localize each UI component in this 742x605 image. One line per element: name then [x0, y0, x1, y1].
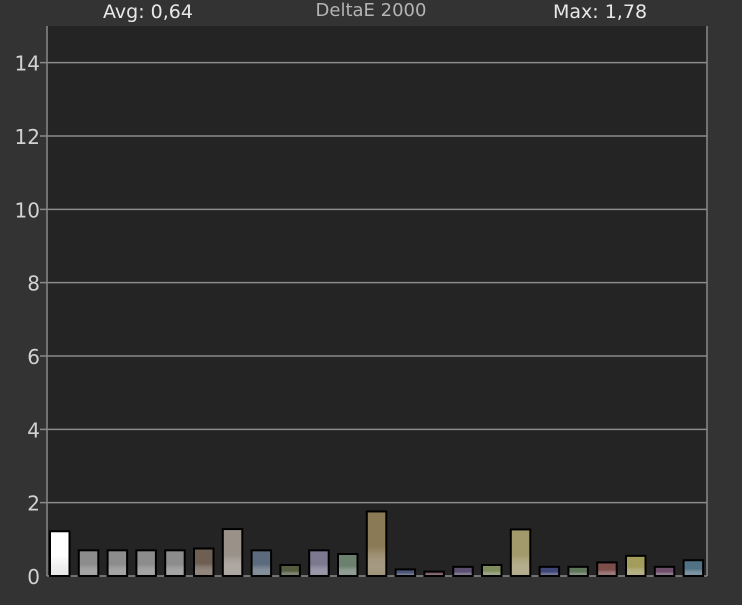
- bar-shading: [221, 528, 244, 577]
- bar-shading: [164, 549, 186, 577]
- y-tick-label: 2: [27, 492, 40, 516]
- bar-shading: [596, 561, 618, 578]
- y-tick-label: 14: [15, 52, 40, 76]
- bar-shading: [394, 568, 417, 578]
- bar-shading: [567, 565, 589, 577]
- bar-shading: [538, 565, 561, 577]
- bar-shading: [337, 553, 359, 577]
- y-tick-label: 12: [15, 125, 40, 149]
- bar-shading: [279, 564, 301, 577]
- bar-shading: [193, 547, 215, 577]
- bar-shading: [250, 549, 273, 577]
- bar-shading: [135, 549, 157, 577]
- bar-shading: [653, 565, 676, 577]
- bar-shading: [625, 554, 647, 577]
- y-tick-label: 6: [27, 345, 40, 369]
- bar-shading: [682, 559, 705, 578]
- bar-shading: [49, 530, 71, 577]
- bar-shading: [365, 510, 388, 578]
- y-tick-label: 0: [27, 565, 40, 589]
- bar-shading: [509, 528, 532, 578]
- bar-shading: [308, 549, 330, 577]
- bar-shading: [423, 570, 445, 577]
- deltae-bar-chart: 0 2 4 6 8 10 12 14: [15, 26, 708, 589]
- bar-shading: [481, 564, 503, 577]
- bar-shading: [106, 549, 129, 577]
- bar-shading: [77, 549, 100, 577]
- bar-shading: [452, 565, 474, 577]
- chart-window: Avg: 0,64 DeltaE 2000 Max: 1,78 0 2 4 6 8 10 1…: [0, 0, 742, 605]
- y-tick-label: 4: [27, 418, 40, 442]
- y-tick-label: 10: [15, 198, 40, 222]
- y-tick-label: 8: [27, 272, 40, 296]
- plot-area: [47, 26, 707, 576]
